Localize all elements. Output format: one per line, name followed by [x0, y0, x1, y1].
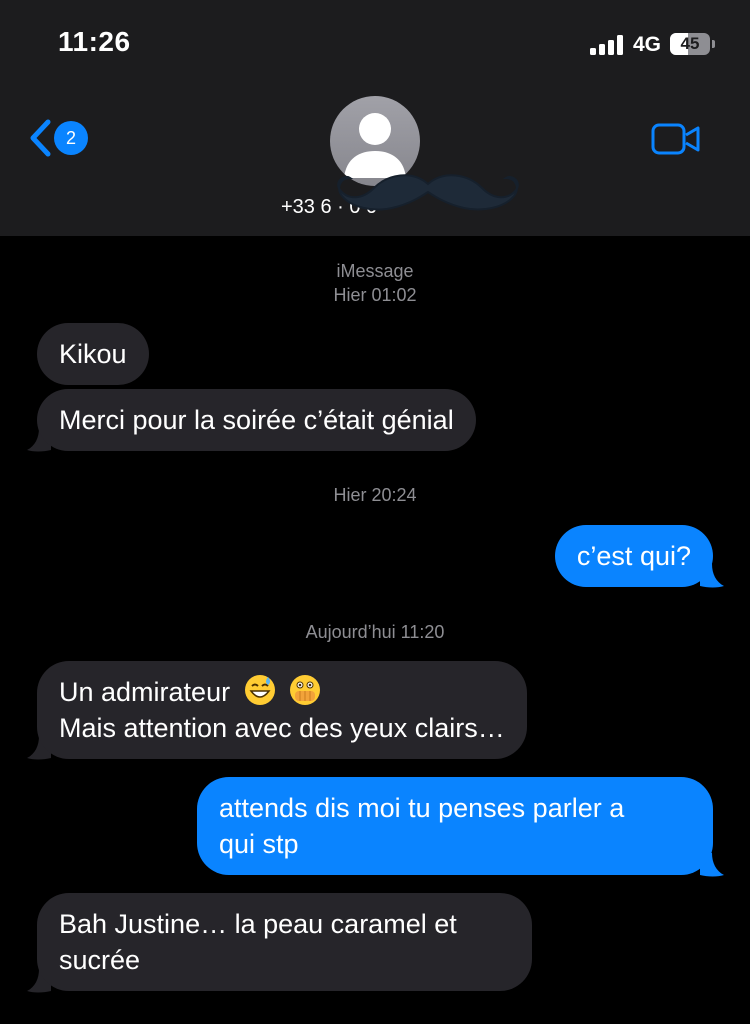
message-text-line-2: qui stp — [219, 829, 299, 859]
message-text: Kikou — [59, 339, 127, 369]
message-text: c’est qui? — [576, 541, 691, 571]
mustache-sticker — [337, 174, 519, 211]
timestamp: Hier 20:24 — [333, 485, 417, 505]
battery-level: 45 — [680, 34, 700, 53]
video-camera-icon[interactable] — [650, 120, 702, 158]
service-label: iMessage — [336, 261, 414, 281]
conversation-header: 11:26 4G 45 2 +33 6 · 0 0 — [0, 0, 750, 236]
signal-strength-icon — [590, 35, 623, 55]
timestamp: Aujourd’hui 11:20 — [305, 622, 445, 642]
incoming-message[interactable]: Un admirateur Mais attention avec des ye… — [37, 661, 527, 759]
incoming-message[interactable]: Kikou — [37, 323, 149, 385]
face-with-open-eyes-and-hand-over-mouth-emoji — [290, 675, 321, 705]
status-time: 11:26 — [58, 26, 131, 57]
message-text: Un admirateur — [59, 677, 231, 707]
message-thread[interactable]: iMessage Hier 01:02 Kikou Merci pour la … — [0, 236, 750, 1024]
network-type: 4G — [633, 33, 662, 56]
incoming-message[interactable]: Bah Justine… la peau caramel et sucrée — [37, 893, 532, 991]
outgoing-message[interactable]: attends dis moi tu penses parler a qui s… — [197, 777, 713, 875]
outgoing-message[interactable]: c’est qui? — [554, 525, 713, 587]
battery-body: 45 — [670, 33, 710, 55]
timestamp: Hier 01:02 — [333, 285, 417, 305]
back-button[interactable]: 2 — [28, 116, 92, 160]
battery-nub — [712, 40, 715, 48]
messages-app: 11:26 4G 45 2 +33 6 · 0 0 iMessage Hier … — [0, 0, 750, 1024]
message-text-line-2: Mais attention avec des yeux clairs… — [59, 713, 505, 743]
unread-count-badge: 2 — [54, 121, 88, 155]
chevron-left-icon — [30, 119, 51, 157]
incoming-message[interactable]: Merci pour la soirée c’était génial — [37, 389, 476, 451]
message-text: Merci pour la soirée c’était génial — [59, 405, 454, 435]
battery-icon: 45 — [670, 33, 716, 57]
grinning-sweat-emoji — [244, 675, 275, 705]
message-text-line-2: sucrée — [59, 945, 141, 975]
message-text: Bah Justine… la peau caramel et — [59, 909, 457, 939]
message-text: attends dis moi tu penses parler a — [219, 793, 625, 823]
